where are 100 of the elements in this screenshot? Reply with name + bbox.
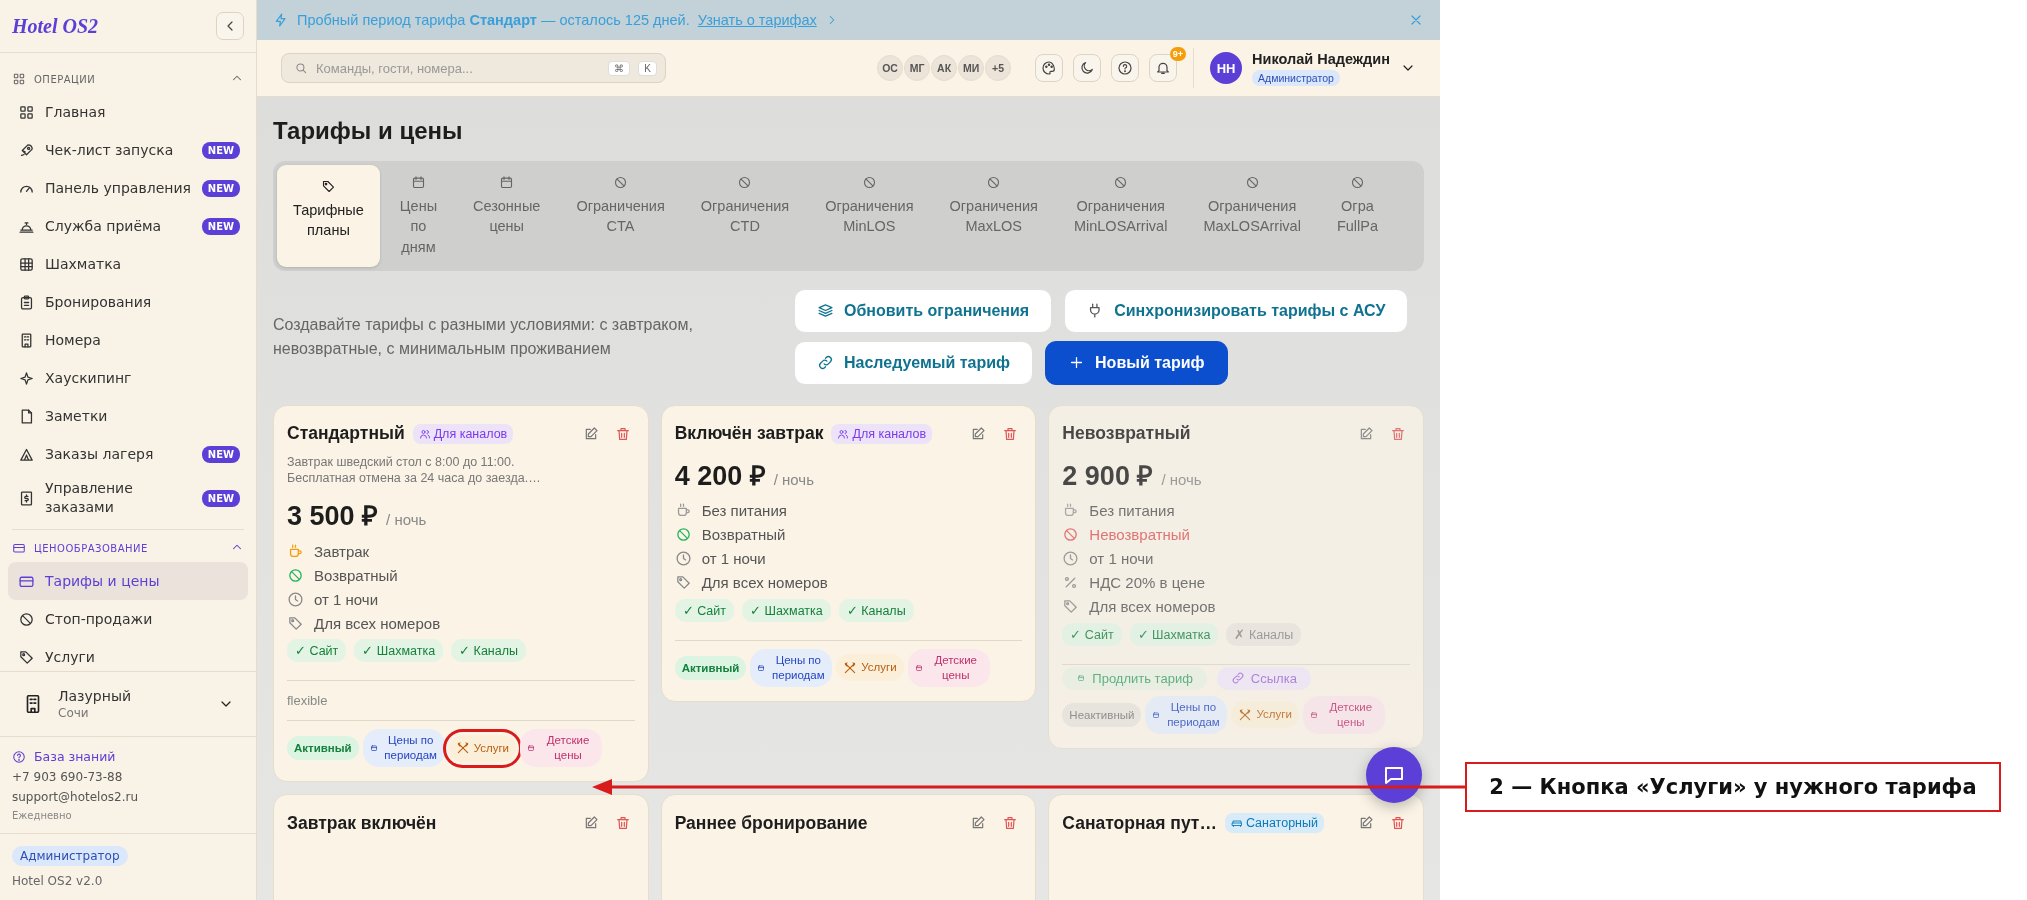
user-avatar[interactable]: +5 bbox=[985, 55, 1012, 81]
new-badge: NEW bbox=[201, 445, 240, 463]
child-prices-button[interactable]: Детские цены bbox=[907, 648, 990, 687]
ban-icon bbox=[1349, 175, 1365, 190]
sidebar-item[interactable]: Стоп-продажи bbox=[8, 600, 248, 638]
rate-note: flexible bbox=[287, 692, 329, 711]
rate-title: Санаторная пут… bbox=[1062, 812, 1217, 834]
ban-icon bbox=[737, 175, 753, 190]
collapse-sidebar-button[interactable] bbox=[216, 12, 244, 40]
ban-icon bbox=[1062, 526, 1080, 544]
app-logo: Hotel OS2 bbox=[12, 14, 99, 38]
sidebar-item[interactable]: Чек-лист запуска NEW bbox=[8, 131, 248, 169]
calendar-icon bbox=[499, 175, 515, 190]
sidebar-item[interactable]: Главная bbox=[8, 93, 248, 131]
rate-title: Завтрак включён bbox=[287, 812, 437, 834]
tab[interactable]: Сезонные цены bbox=[457, 165, 557, 267]
theme-palette-button[interactable] bbox=[1035, 54, 1064, 82]
section-header[interactable]: ОПЕРАЦИИ bbox=[34, 73, 222, 85]
tab[interactable]: Огра FullPa bbox=[1320, 165, 1394, 267]
rate-title: Включён завтрак bbox=[674, 423, 824, 445]
user-avatar[interactable]: ОС bbox=[877, 55, 904, 81]
knowledge-base-link[interactable]: База знаний bbox=[12, 749, 244, 764]
moon-icon bbox=[1079, 60, 1096, 76]
user-avatar[interactable]: МГ bbox=[904, 55, 931, 81]
help-button[interactable] bbox=[1111, 54, 1140, 82]
tab[interactable]: Ограничения MaxLOSArrival bbox=[1187, 165, 1317, 267]
search-icon bbox=[294, 61, 308, 75]
trash-icon bbox=[614, 815, 631, 832]
services-button[interactable]: Услуги bbox=[1231, 701, 1299, 729]
users-icon bbox=[837, 427, 850, 440]
child-prices-button[interactable]: Детские цены bbox=[1302, 695, 1385, 734]
tab[interactable]: Ограничения MaxLOS bbox=[933, 165, 1054, 267]
sparkle-icon bbox=[18, 369, 35, 387]
trial-message: Пробный период тарифа Стандарт — осталось 125 дней. bbox=[297, 12, 690, 28]
child-prices-button[interactable]: Детские цены bbox=[520, 729, 603, 768]
palette-icon bbox=[1041, 60, 1058, 76]
search-field[interactable]: Команды, гости, номера... ⌘ K bbox=[281, 53, 666, 83]
services-button[interactable]: Услуги bbox=[836, 654, 904, 682]
rate-feature: Без питания bbox=[1089, 502, 1175, 520]
ban-icon bbox=[613, 175, 629, 190]
user-avatar[interactable]: НН bbox=[1210, 52, 1243, 84]
sync-rates-button[interactable]: Синхронизировать тарифы с АСУ bbox=[1064, 288, 1409, 333]
user-avatar[interactable]: АК bbox=[931, 55, 958, 81]
trash-icon bbox=[1390, 815, 1406, 832]
edit-icon bbox=[970, 425, 987, 442]
tab[interactable]: Тарифные планы bbox=[277, 165, 380, 267]
tab[interactable]: Ограничения CTA bbox=[560, 165, 681, 267]
sidebar-item[interactable]: Хаускипинг bbox=[8, 359, 248, 397]
lightning-icon bbox=[273, 12, 289, 28]
update-restrictions-button[interactable]: Обновить ограничения bbox=[794, 288, 1053, 333]
user-avatar[interactable]: МИ bbox=[958, 55, 985, 81]
channel-tag: ✓ Шахматка bbox=[354, 639, 444, 663]
section-card-icon bbox=[12, 541, 26, 555]
sidebar-item[interactable]: Панель управления NEW bbox=[8, 169, 248, 207]
channel-tag: ✓ Сайт bbox=[674, 598, 734, 622]
sidebar-item[interactable]: Управление заказами NEW bbox=[8, 473, 248, 523]
rate-feature: Без питания bbox=[701, 502, 787, 520]
dark-mode-button[interactable] bbox=[1073, 54, 1102, 82]
channel-tag: ✓ Шахматка bbox=[741, 598, 831, 622]
channel-tag: ✗ Каналы bbox=[1226, 622, 1302, 646]
ban-icon bbox=[1244, 175, 1260, 190]
grid-table-icon bbox=[18, 255, 35, 273]
section-header[interactable]: ЦЕНООБРАЗОВАНИЕ bbox=[34, 542, 222, 554]
sidebar-item[interactable]: Бронирования bbox=[8, 283, 248, 321]
link-icon bbox=[817, 354, 834, 372]
hotel-selector[interactable]: Лазурный Сочи bbox=[0, 671, 256, 736]
sidebar-item[interactable]: Тарифы и цены bbox=[8, 562, 248, 600]
sidebar-item[interactable]: Заказы лагеря NEW bbox=[8, 435, 248, 473]
period-prices-button[interactable]: Цены по периодам bbox=[362, 729, 445, 768]
calendar-icon bbox=[368, 743, 379, 754]
status-badge: Активный bbox=[674, 655, 747, 680]
tab[interactable]: Ограничения MinLOS bbox=[809, 165, 930, 267]
bell-icon bbox=[1155, 60, 1172, 76]
clipboard-icon bbox=[18, 293, 35, 311]
user-name: Николай Надеждин bbox=[1252, 50, 1390, 67]
sidebar-item[interactable]: Заметки bbox=[8, 397, 248, 435]
rate-title: Раннее бронирование bbox=[674, 812, 868, 834]
help-icon bbox=[1117, 60, 1134, 76]
rate-feature: Завтрак bbox=[314, 542, 370, 560]
help-icon bbox=[12, 749, 26, 764]
tag-icon bbox=[1062, 598, 1080, 616]
channel-tag: ✓ Каналы bbox=[451, 639, 526, 663]
tab[interactable]: Ограничения CTD bbox=[684, 165, 806, 267]
ban-icon bbox=[674, 526, 692, 544]
period-prices-button[interactable]: Цены по периодам bbox=[750, 648, 833, 687]
sidebar-item[interactable]: Служба приёма NEW bbox=[8, 207, 248, 245]
calendar-icon bbox=[1151, 709, 1162, 720]
sidebar-item[interactable]: Услуги bbox=[8, 638, 248, 671]
utensils-icon bbox=[843, 660, 858, 675]
inherited-rate-button[interactable]: Наследуемый тариф bbox=[794, 340, 1034, 385]
rate-feature: НДС 20% в цене bbox=[1089, 574, 1206, 592]
tab[interactable]: Ограничения MinLOSArrival bbox=[1057, 165, 1184, 267]
period-prices-button[interactable]: Цены по периодам bbox=[1145, 695, 1228, 734]
sidebar-item[interactable]: Шахматка bbox=[8, 245, 248, 283]
tab[interactable]: Цены по дням bbox=[383, 165, 454, 267]
user-role-badge: Администратор bbox=[1252, 69, 1340, 86]
sidebar-item[interactable]: Номера bbox=[8, 321, 248, 359]
new-rate-button[interactable]: Новый тариф bbox=[1045, 340, 1228, 385]
price-unit: / ночь bbox=[386, 511, 427, 529]
new-badge: NEW bbox=[201, 179, 240, 197]
